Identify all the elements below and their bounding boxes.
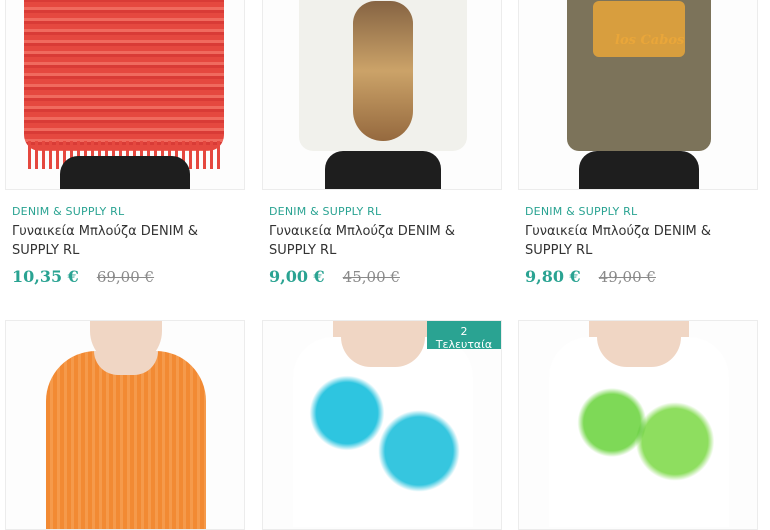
product-image[interactable] [6,0,244,189]
product-brand[interactable]: DENIM & SUPPLY RL [525,205,753,218]
stock-badge-count: 2 [460,325,468,338]
product-price: 9,80 € [525,267,581,286]
product-image[interactable] [6,321,244,529]
product-info: DENIM & SUPPLY RL Γυναικεία Μπλούζα DENI… [525,205,753,286]
product-card[interactable] [518,320,758,530]
shirt-graphic-text: los Cabos [615,33,685,48]
product-card[interactable]: los Cabos [518,0,758,190]
price-row: 9,80 € 49,00 € [525,267,753,286]
product-card[interactable] [262,0,502,190]
product-old-price: 49,00 € [598,268,656,286]
product-price: 9,00 € [269,267,325,286]
product-image[interactable] [263,0,501,189]
product-image[interactable]: los Cabos [519,0,757,189]
product-brand[interactable]: DENIM & SUPPLY RL [12,205,240,218]
price-row: 10,35 € 69,00 € [12,267,240,286]
product-info: DENIM & SUPPLY RL Γυναικεία Μπλούζα DENI… [12,205,240,286]
product-card[interactable] [5,0,245,190]
product-image[interactable] [263,321,501,529]
product-price: 10,35 € [12,267,79,286]
product-old-price: 45,00 € [342,268,400,286]
stock-badge-label: Τελευταία [435,338,493,349]
product-info: DENIM & SUPPLY RL Γυναικεία Μπλούζα DENI… [269,205,497,286]
product-brand[interactable]: DENIM & SUPPLY RL [269,205,497,218]
stock-badge: 2 Τελευταία [427,321,501,349]
product-image[interactable] [519,321,757,529]
product-title[interactable]: Γυναικεία Μπλούζα DENIM & SUPPLY RL [269,222,497,260]
product-title[interactable]: Γυναικεία Μπλούζα DENIM & SUPPLY RL [525,222,753,260]
product-old-price: 69,00 € [96,268,155,286]
price-row: 9,00 € 45,00 € [269,267,497,286]
product-card[interactable] [5,320,245,530]
product-card[interactable]: 2 Τελευταία [262,320,502,530]
product-title[interactable]: Γυναικεία Μπλούζα DENIM & SUPPLY RL [12,222,240,260]
